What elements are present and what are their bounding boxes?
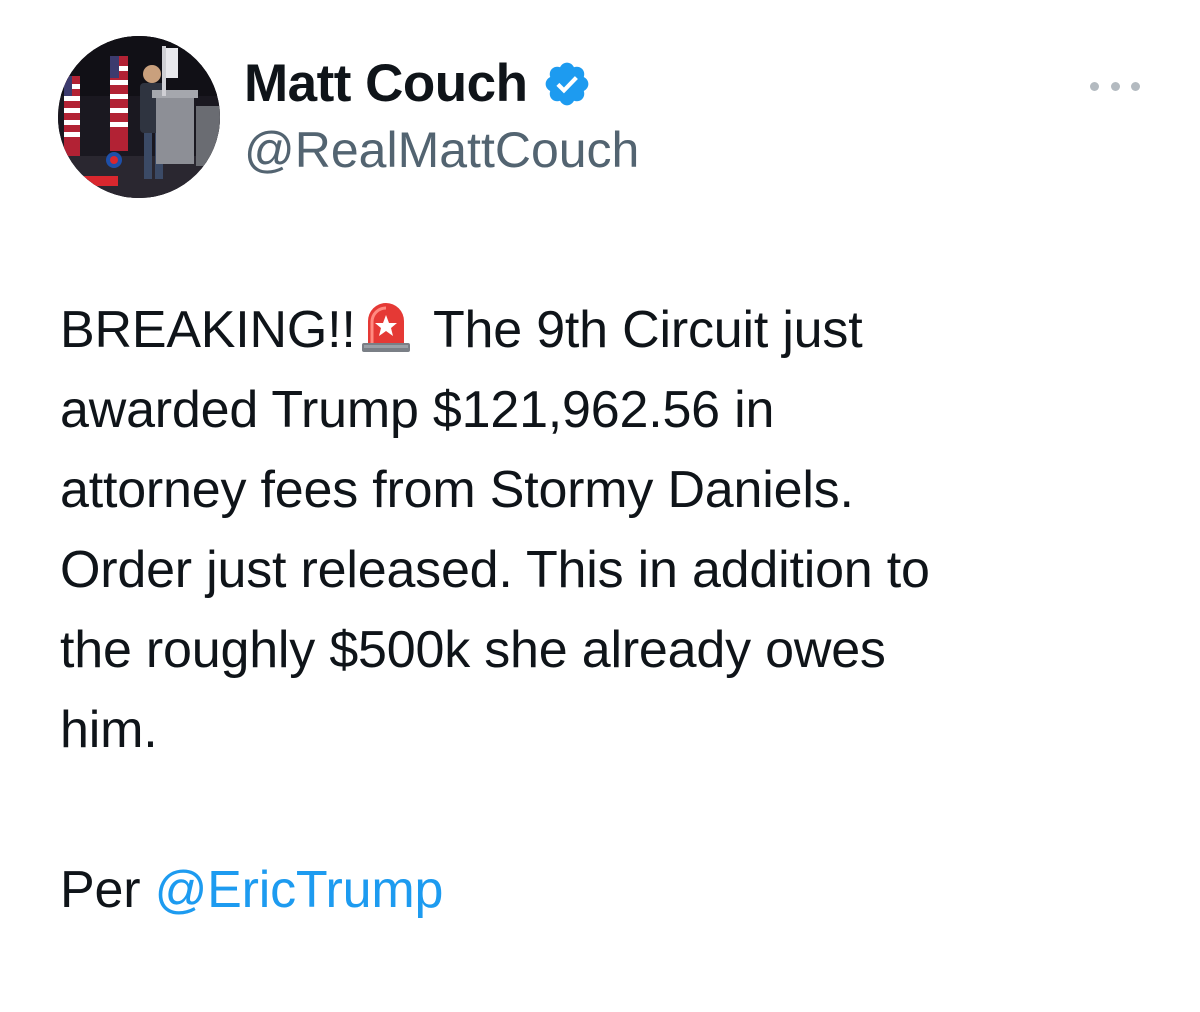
tweet-line: the roughly $500k she already owes (60, 621, 886, 679)
tweet-text-segment: BREAKING!! (60, 301, 356, 359)
user-handle[interactable]: @RealMattCouch (244, 118, 639, 182)
more-options-icon[interactable] (1090, 74, 1140, 98)
police-siren-icon (358, 298, 414, 354)
tweet-card: Matt Couch @RealMattCouch BREAKING!! The… (0, 0, 1200, 1012)
tweet-text: BREAKING!! The 9th Circuit just awarded … (60, 290, 1160, 930)
verified-badge-icon (542, 59, 592, 109)
tweet-line: Order just released. This in addition to (60, 541, 930, 599)
dot-icon (1090, 81, 1099, 91)
mention-link[interactable]: @EricTrump (155, 861, 444, 919)
avatar-photo-icon (58, 36, 220, 198)
per-prefix: Per (60, 861, 155, 919)
user-name-row: Matt Couch (244, 52, 592, 116)
tweet-line: awarded Trump $121,962.56 in (60, 381, 775, 439)
tweet-line: attorney fees from Stormy Daniels. (60, 461, 854, 519)
display-name[interactable]: Matt Couch (244, 52, 528, 116)
avatar[interactable] (58, 36, 220, 198)
tweet-line: BREAKING!! The 9th Circuit just (60, 290, 1160, 370)
tweet-text-segment: The 9th Circuit just (419, 301, 863, 359)
dot-icon (1110, 81, 1120, 91)
dot-icon (1131, 81, 1140, 91)
tweet-line: him. (60, 701, 158, 759)
tweet-line: Per @EricTrump (60, 850, 1160, 930)
